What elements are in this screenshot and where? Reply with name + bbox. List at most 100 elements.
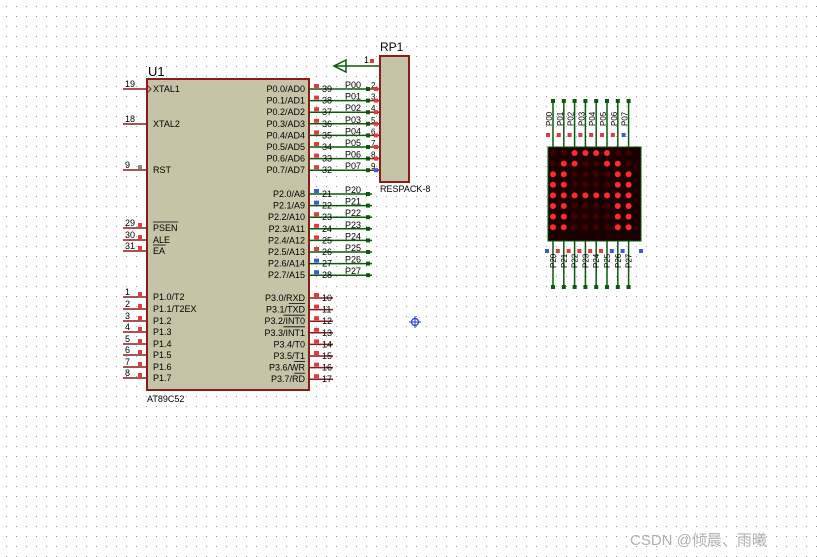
led-dot — [625, 171, 632, 178]
matrix-bottom-label: P22 — [571, 253, 580, 268]
pin-state-marker — [545, 249, 549, 253]
led-dot — [571, 160, 578, 167]
led-dot — [560, 150, 567, 156]
led-dot — [625, 224, 632, 231]
pin-state-marker — [138, 235, 142, 239]
led-dot — [582, 203, 589, 209]
led-dot — [582, 224, 589, 231]
pin-state-marker — [314, 293, 319, 297]
led-dot — [614, 192, 621, 199]
led-dot — [550, 203, 556, 209]
pin-state-marker — [374, 98, 378, 103]
led-dot — [614, 213, 621, 220]
pin-number: 39 — [322, 84, 332, 94]
pin-state-marker — [567, 133, 572, 137]
chip-right-pin: 12 P3.2/INT0 — [264, 314, 333, 326]
led-dot — [560, 181, 567, 188]
pin-state-marker — [374, 168, 378, 173]
pin-number: 9 — [125, 160, 130, 170]
pin-state-marker — [599, 249, 603, 253]
led-dot — [604, 213, 610, 220]
pin-state-marker — [314, 374, 319, 379]
net-label: P24 — [345, 231, 361, 241]
wire-node — [626, 99, 631, 103]
pin-name: EA — [153, 246, 165, 256]
wire-node — [615, 99, 620, 103]
wire-node — [561, 285, 566, 289]
led-dot — [625, 160, 632, 167]
led-dot — [614, 203, 621, 209]
net-label: P21 — [345, 197, 361, 207]
pin-state-marker — [314, 84, 319, 88]
pin-state-marker — [314, 200, 319, 205]
wire-node — [583, 99, 588, 103]
net-label: P23 — [345, 220, 361, 230]
net-label: P03 — [345, 115, 361, 125]
pin-number: 5 — [125, 334, 130, 344]
pin-state-marker — [556, 133, 561, 137]
pin-name: P2.3/A11 — [269, 224, 305, 234]
pin-name: P3.7/RD — [271, 374, 306, 384]
led-dot — [604, 181, 610, 188]
pin-state-marker — [138, 304, 142, 308]
pin-name: P2.6/A14 — [268, 259, 305, 269]
chip-right-pin: 11 P3.1/TXD — [266, 303, 333, 315]
pin-state-marker — [374, 87, 378, 91]
pin-name: P0.0/AD0 — [266, 84, 305, 94]
led-dot — [560, 213, 567, 220]
matrix-top-label: P02 — [567, 111, 576, 126]
pin-number: 3 — [125, 311, 130, 321]
chip-right-pin: 10 P3.0/RXD — [265, 293, 333, 303]
led-dot — [614, 160, 621, 167]
pin-number: 10 — [322, 293, 332, 303]
pin-name: P2.0/A8 — [273, 189, 305, 199]
net-label: P26 — [345, 255, 361, 265]
matrix-bottom-label: P21 — [560, 253, 569, 268]
pin-state-marker — [138, 316, 142, 320]
led-dot — [582, 181, 589, 188]
wire-node — [572, 99, 577, 103]
wire-node — [605, 99, 609, 103]
led-dot — [582, 160, 589, 167]
led-dot — [625, 213, 632, 220]
led-dot — [593, 192, 600, 199]
pin-name: P0.2/AD2 — [266, 107, 305, 117]
pin-state-marker — [589, 133, 594, 137]
pin-state-marker — [370, 59, 374, 63]
net-label: P06 — [345, 150, 361, 160]
pin-name: XTAL1 — [153, 84, 180, 94]
wire-node — [366, 168, 370, 173]
pin-state-marker — [578, 133, 583, 137]
led-dot — [604, 171, 610, 178]
net-label: P22 — [345, 208, 361, 218]
pin-number: 11 — [322, 305, 331, 315]
pin-name: ALE — [153, 235, 170, 245]
pin-name: P0.3/AD3 — [266, 119, 305, 129]
pin-number: 16 — [322, 363, 332, 373]
led-dot — [560, 171, 567, 178]
pin-number: 15 — [322, 351, 332, 361]
led-dot — [593, 171, 600, 178]
pin-name: P1.0/T2 — [153, 292, 185, 302]
schematic-canvas[interactable]: U1 AT89C52 19 XTAL118 XTAL29 RST29 PSEN30 ALE… — [0, 0, 817, 557]
pin-number: 22 — [322, 201, 332, 211]
pin-state-marker — [314, 235, 319, 240]
led-dot — [625, 150, 632, 156]
chip-right-pin: 15 P3.5/T1 — [273, 351, 333, 361]
led-dot — [604, 160, 610, 167]
pin-name: P0.1/AD1 — [266, 96, 305, 106]
pin-number: 37 — [322, 107, 332, 117]
pin-name: P1.1/T2EX — [153, 304, 197, 314]
led-dot — [571, 181, 578, 188]
pin-state-marker — [138, 292, 142, 296]
pin-name: P3.0/RXD — [265, 293, 306, 303]
pin-number: 14 — [322, 339, 332, 349]
wire-node — [366, 87, 370, 91]
led-dot — [550, 192, 556, 199]
pin-name: P0.5/AD5 — [266, 142, 305, 152]
led-dot — [550, 171, 556, 178]
respack-pin-number: 1 — [364, 55, 369, 65]
respack-body[interactable] — [379, 55, 410, 183]
pin-state-marker — [555, 249, 560, 253]
led-dot — [550, 150, 556, 156]
